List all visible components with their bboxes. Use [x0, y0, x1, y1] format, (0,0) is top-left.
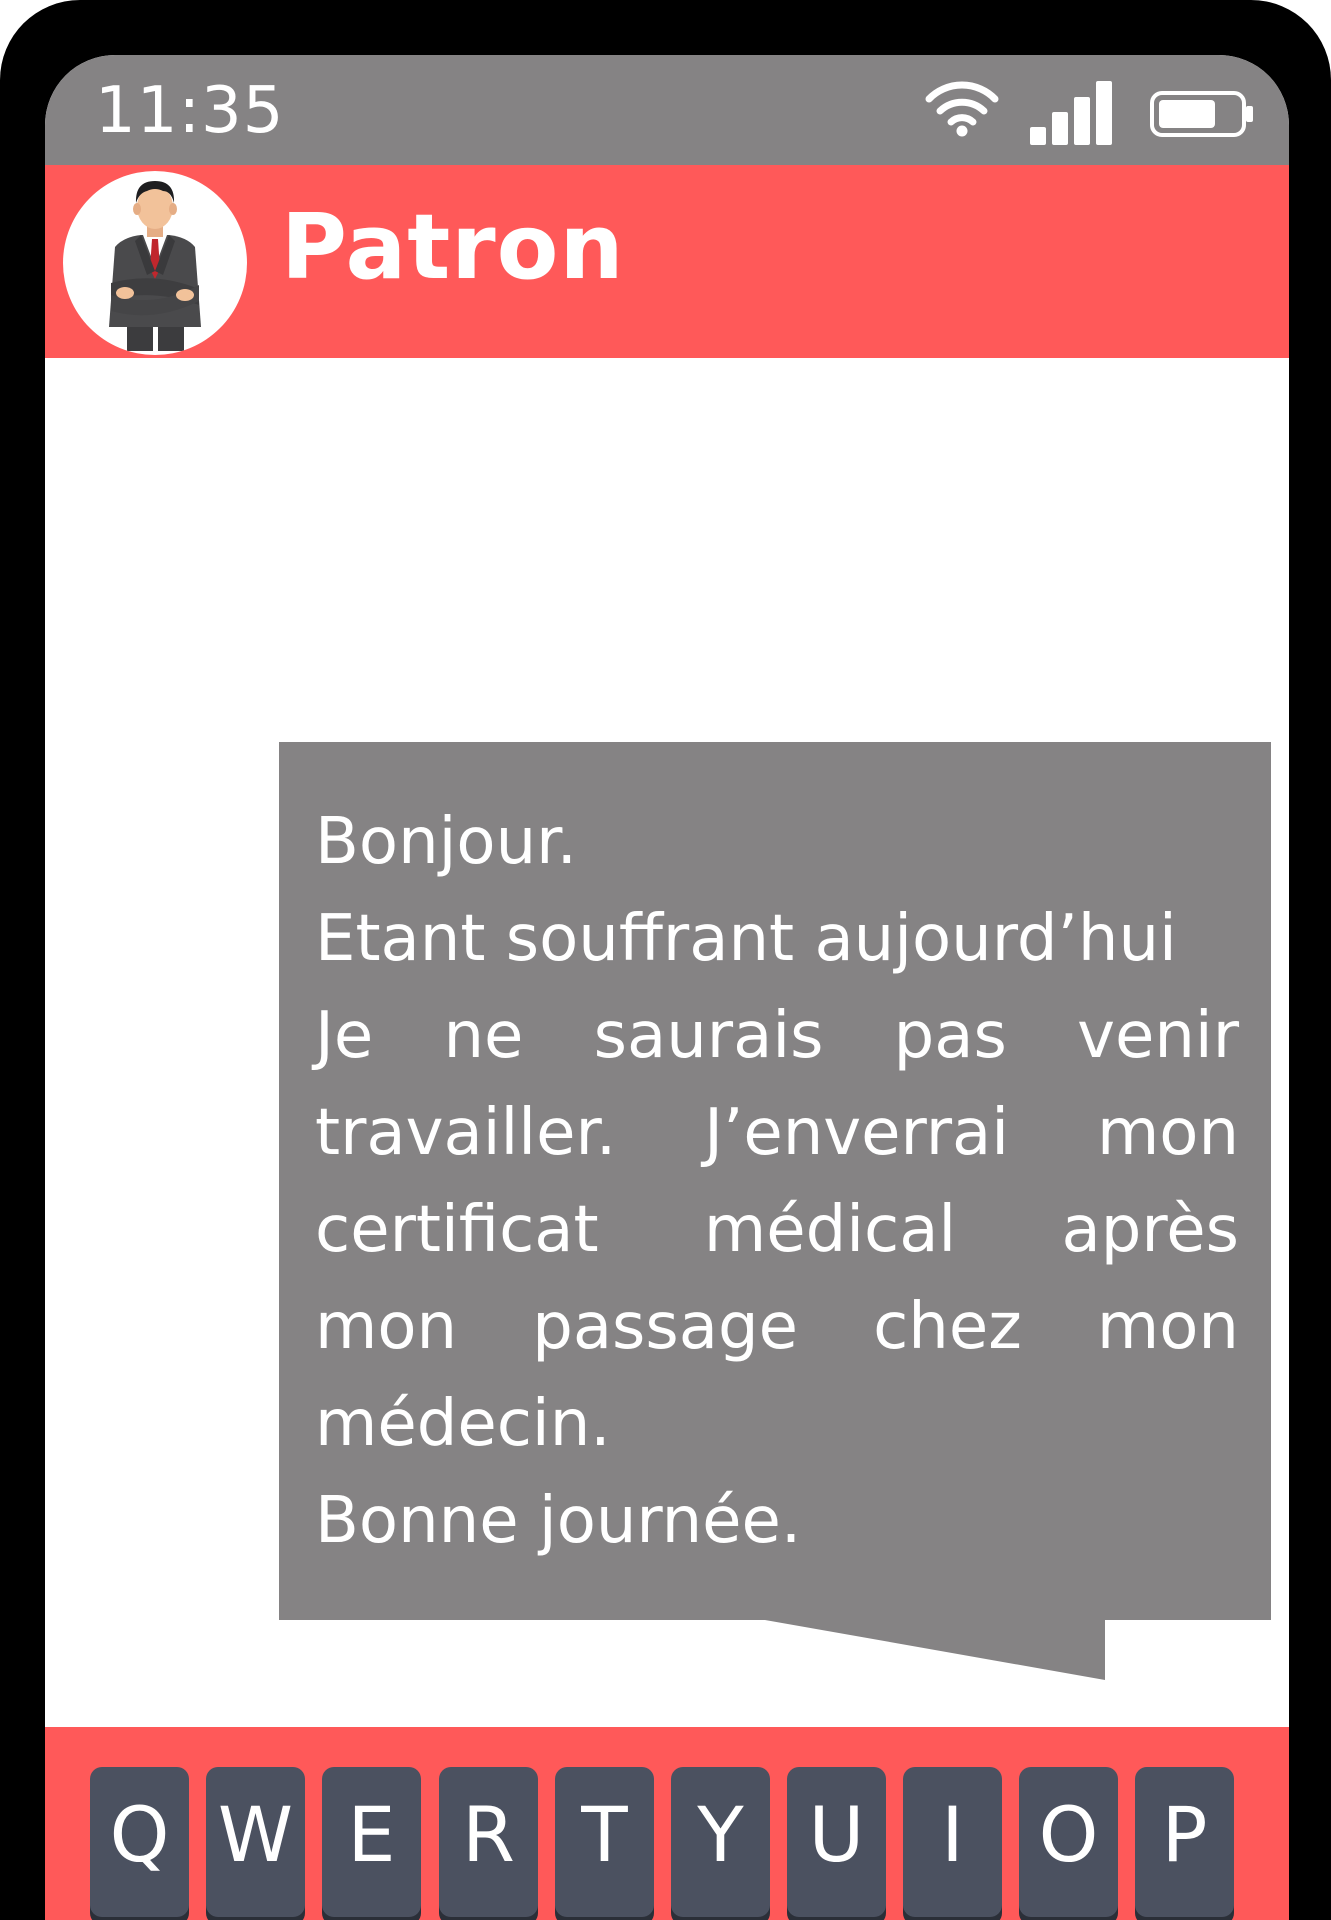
phone-frame: 11:35 Patron Bonjour. Etant souffrant au…	[0, 0, 1331, 1920]
message-word: après	[1061, 1193, 1239, 1267]
message-line: Bonne journée.	[315, 1484, 802, 1558]
message-word: ne	[443, 999, 524, 1073]
message-line: Bonjour.	[315, 805, 577, 879]
message-line: mon passage chez mon	[315, 1279, 1239, 1376]
contact-name: Patron	[281, 195, 625, 300]
businessman-avatar-icon[interactable]	[63, 171, 247, 355]
battery-icon	[1150, 91, 1253, 137]
message-line: Etant souffrant aujourd’hui	[315, 902, 1177, 976]
message-line: médecin.	[315, 1387, 611, 1461]
message-word: mon	[315, 1290, 458, 1364]
message-word: travailler.	[315, 1096, 617, 1170]
message-word: médical	[703, 1193, 957, 1267]
signal-icon	[1030, 81, 1112, 145]
key-o[interactable]: O	[1019, 1767, 1118, 1917]
message-word: chez	[873, 1290, 1022, 1364]
key-e[interactable]: E	[322, 1767, 421, 1917]
key-i[interactable]: I	[903, 1767, 1002, 1917]
key-q[interactable]: Q	[90, 1767, 189, 1917]
message-word: mon	[1096, 1096, 1239, 1170]
key-r[interactable]: R	[439, 1767, 538, 1917]
chat-body: Bonjour. Etant souffrant aujourd’hui Je n…	[45, 358, 1289, 1782]
message-bubble[interactable]: Bonjour. Etant souffrant aujourd’hui Je n…	[279, 742, 1271, 1620]
message-word: Je	[315, 999, 374, 1073]
message-word: J’enverrai	[704, 1096, 1010, 1170]
message-word: certificat	[315, 1193, 599, 1267]
message-word: mon	[1096, 1290, 1239, 1364]
key-w[interactable]: W	[206, 1767, 305, 1917]
status-bar: 11:35	[45, 55, 1289, 165]
message-line: Je ne saurais pas venir	[315, 988, 1239, 1085]
message-word: saurais	[593, 999, 824, 1073]
keyboard: Q W E R T Y U I O P	[45, 1727, 1289, 1920]
key-u[interactable]: U	[787, 1767, 886, 1917]
key-t[interactable]: T	[555, 1767, 654, 1917]
status-time: 11:35	[95, 74, 285, 148]
message-line: travailler. J’enverrai mon	[315, 1085, 1239, 1182]
wifi-icon	[925, 81, 999, 137]
chat-header: Patron	[45, 165, 1289, 358]
message-line: certificat médical après	[315, 1182, 1239, 1279]
phone-screen: 11:35 Patron Bonjour. Etant souffrant au…	[45, 55, 1289, 1920]
message-word: venir	[1077, 999, 1239, 1073]
message-word: pas	[893, 999, 1007, 1073]
message-text: Bonjour. Etant souffrant aujourd’hui Je n…	[315, 794, 1239, 1570]
key-y[interactable]: Y	[671, 1767, 770, 1917]
message-word: passage	[532, 1290, 798, 1364]
key-p[interactable]: P	[1135, 1767, 1234, 1917]
